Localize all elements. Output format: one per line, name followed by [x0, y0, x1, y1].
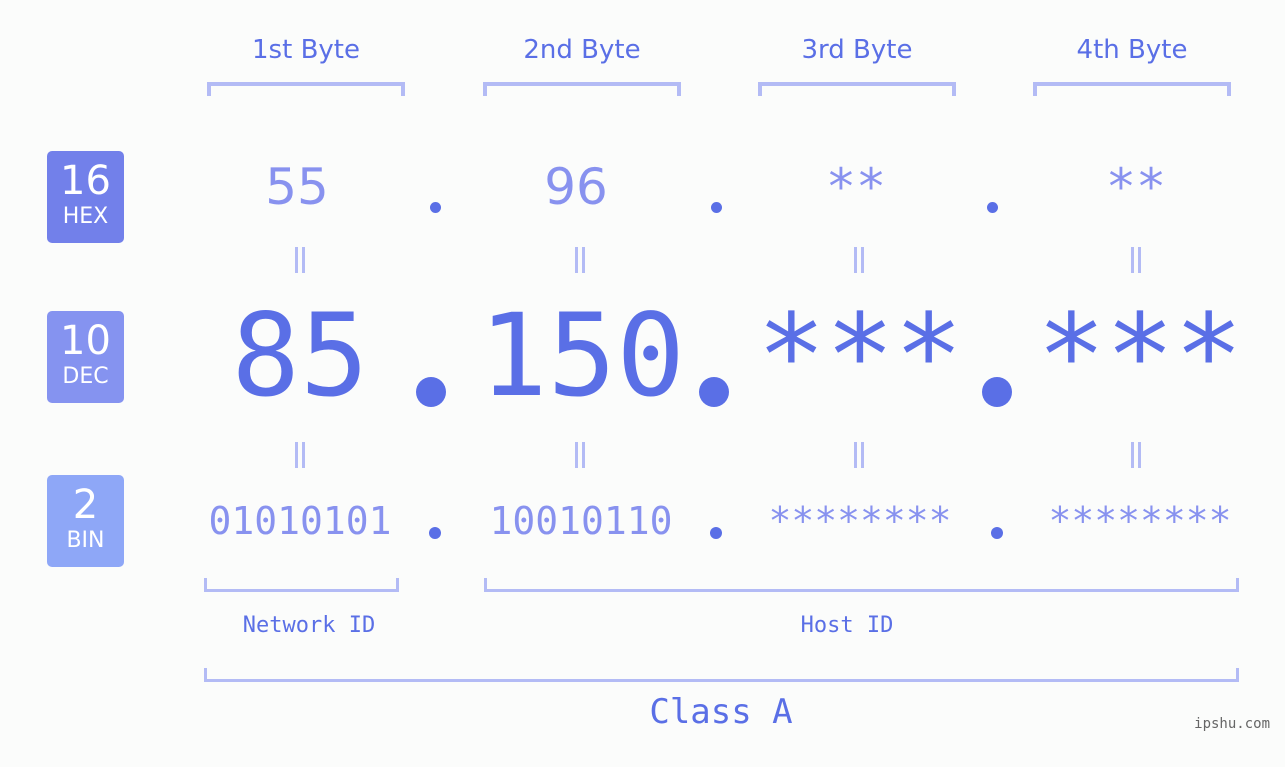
- equals-icon: [570, 442, 590, 468]
- hex-separator-dot: [711, 202, 722, 213]
- byte-bracket-2: [483, 82, 681, 96]
- bin-base-label: BIN: [66, 528, 105, 553]
- byte-bracket-1: [207, 82, 405, 96]
- bin-badge: 2 BIN: [47, 475, 124, 567]
- host-id-bracket: [484, 578, 1239, 592]
- dec-value-1: 85: [231, 289, 369, 422]
- equals-icon: [290, 442, 310, 468]
- equals-icon: [1126, 247, 1146, 273]
- dec-badge: 10 DEC: [47, 311, 124, 403]
- hex-value-1: 55: [265, 158, 329, 216]
- bin-value-4: ********: [1048, 499, 1232, 543]
- hex-value-2: 96: [544, 158, 608, 216]
- equals-icon: [570, 247, 590, 273]
- dec-separator-dot: [416, 377, 446, 407]
- bin-base-number: 2: [72, 482, 99, 528]
- hex-base-label: HEX: [62, 204, 109, 229]
- byte-header-3: 3rd Byte: [801, 35, 913, 65]
- byte-bracket-4: [1033, 82, 1231, 96]
- equals-icon: [849, 442, 869, 468]
- equals-icon: [849, 247, 869, 273]
- byte-header-4: 4th Byte: [1076, 35, 1188, 65]
- hex-separator-dot: [430, 202, 441, 213]
- byte-header-2: 2nd Byte: [523, 35, 641, 65]
- equals-icon: [290, 247, 310, 273]
- equals-icon: [1126, 442, 1146, 468]
- dec-separator-dot: [982, 377, 1012, 407]
- hex-badge: 16 HEX: [47, 151, 124, 243]
- dec-base-label: DEC: [62, 364, 109, 389]
- dec-value-2: 150: [479, 289, 685, 422]
- hex-base-number: 16: [60, 158, 111, 204]
- bin-value-2: 10010110: [489, 499, 673, 543]
- hex-separator-dot: [987, 202, 998, 213]
- dec-separator-dot: [699, 377, 729, 407]
- hex-value-3: **: [825, 158, 887, 216]
- byte-bracket-3: [758, 82, 956, 96]
- bin-value-3: ********: [768, 499, 952, 543]
- bin-value-1: 01010101: [208, 499, 392, 543]
- bin-separator-dot: [429, 527, 441, 539]
- host-id-label: Host ID: [800, 613, 894, 638]
- class-bracket: [204, 668, 1239, 682]
- class-label: Class A: [649, 692, 793, 732]
- bin-separator-dot: [710, 527, 722, 539]
- dec-value-4: ***: [1037, 289, 1243, 422]
- dec-value-3: ***: [757, 289, 963, 422]
- dec-base-number: 10: [60, 318, 111, 364]
- hex-value-4: **: [1105, 158, 1167, 216]
- network-id-label: Network ID: [242, 613, 376, 638]
- network-id-bracket: [204, 578, 399, 592]
- byte-header-1: 1st Byte: [252, 35, 360, 65]
- watermark: ipshu.com: [1194, 716, 1270, 732]
- bin-separator-dot: [991, 527, 1003, 539]
